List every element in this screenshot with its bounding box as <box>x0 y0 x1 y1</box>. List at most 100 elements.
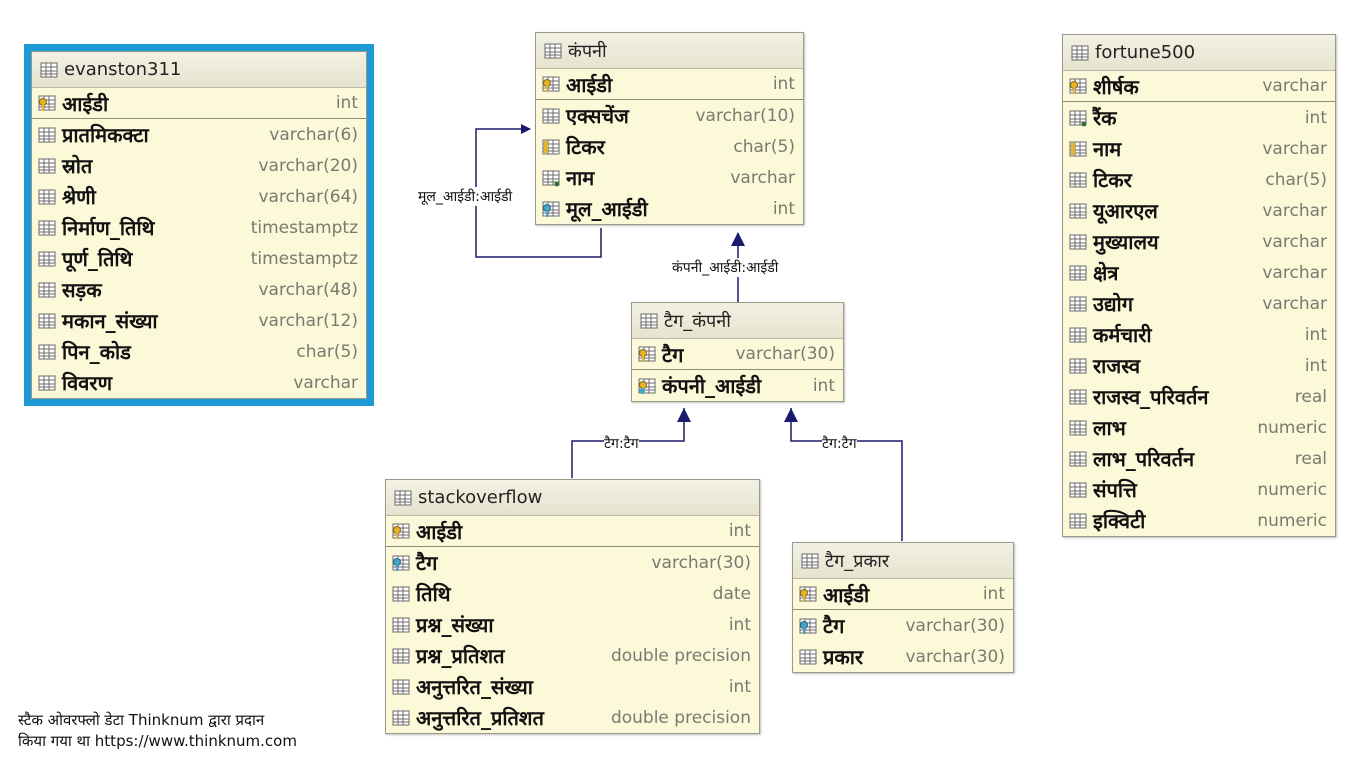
primary-key-icon <box>799 585 817 603</box>
entity-header[interactable]: fortune500 <box>1063 35 1335 71</box>
entity-header[interactable]: evanston311 <box>32 52 366 88</box>
column-row[interactable]: टैग varchar(30) <box>793 610 1013 641</box>
column-icon <box>1069 326 1087 344</box>
column-row[interactable]: मूल_आईडी int <box>536 193 803 224</box>
entity-header[interactable]: टैग_प्रकार <box>793 543 1013 579</box>
column-icon <box>1069 264 1087 282</box>
column-type: varchar <box>1262 293 1327 314</box>
column-row[interactable]: विवरण varchar <box>32 367 366 398</box>
column-type: int <box>335 93 358 113</box>
column-name: टैग <box>416 551 438 575</box>
column-row[interactable]: टिकर char(5) <box>1063 164 1335 195</box>
column-row[interactable]: रैंक int <box>1063 102 1335 133</box>
column-type: timestamptz <box>250 217 358 238</box>
column-row[interactable]: टैग varchar(30) <box>386 547 759 578</box>
entity-header[interactable]: stackoverflow <box>386 480 759 516</box>
column-row[interactable]: आईडी int <box>536 69 803 100</box>
column-name: उद्योग <box>1093 292 1133 316</box>
column-row[interactable]: इक्विटी numeric <box>1063 505 1335 536</box>
relation-label: टैग:टैग <box>604 434 639 453</box>
column-row[interactable]: उद्योग varchar <box>1063 288 1335 319</box>
primary-key-icon <box>638 345 656 363</box>
entity-fortune500[interactable]: fortune500 शीर्षक varchar रैंक int नाम varchar… <box>1062 34 1336 537</box>
column-row[interactable]: नाम varchar <box>1063 133 1335 164</box>
column-name: आईडी <box>62 91 109 116</box>
column-row[interactable]: आईडी int <box>386 516 759 547</box>
entity-tag-type[interactable]: टैग_प्रकार आईडी int टैग varchar(30) प्रकार var… <box>792 542 1014 673</box>
column-row[interactable]: राजस्व int <box>1063 350 1335 381</box>
column-type: char(5) <box>733 136 795 157</box>
column-name: लाभ <box>1093 416 1126 440</box>
column-icon <box>392 709 410 727</box>
column-type: varchar <box>1262 231 1327 252</box>
arrowhead <box>677 408 691 422</box>
column-row[interactable]: प्रश्न_प्रतिशत double precision <box>386 640 759 671</box>
column-name: मुख्यालय <box>1093 230 1159 254</box>
column-icon <box>392 585 410 603</box>
column-name: रैंक <box>1093 106 1117 130</box>
column-name: टिकर <box>1093 168 1132 192</box>
column-name: निर्माण_तिथि <box>62 216 155 240</box>
column-row[interactable]: लाभ numeric <box>1063 412 1335 443</box>
column-row[interactable]: पिन_कोड char(5) <box>32 336 366 367</box>
column-type: varchar <box>1262 262 1327 283</box>
column-row[interactable]: लाभ_परिवर्तन real <box>1063 443 1335 474</box>
column-row[interactable]: यूआरएल varchar <box>1063 195 1335 226</box>
column-row[interactable]: मकान_संख्या varchar(12) <box>32 305 366 336</box>
column-row[interactable]: एक्सचेंज varchar(10) <box>536 100 803 131</box>
column-row[interactable]: तिथि date <box>386 578 759 609</box>
column-type: varchar(12) <box>258 310 358 331</box>
column-icon <box>38 219 56 237</box>
entity-header[interactable]: टैग_कंपनी <box>632 303 843 339</box>
column-row[interactable]: आईडी int <box>32 88 366 119</box>
column-icon <box>1069 419 1087 437</box>
column-row[interactable]: प्रश्न_संख्या int <box>386 609 759 640</box>
entity-company[interactable]: कंपनी आईडी int एक्सचेंज varchar(10) टिकर char(… <box>535 32 804 225</box>
column-row[interactable]: प्रातमिकक्टा varchar(6) <box>32 119 366 150</box>
column-name: आईडी <box>566 72 613 97</box>
column-type: int <box>728 614 751 635</box>
column-type: char(5) <box>1265 169 1327 190</box>
column-row[interactable]: मुख्यालय varchar <box>1063 226 1335 257</box>
entity-title: fortune500 <box>1095 42 1196 63</box>
entity-header[interactable]: कंपनी <box>536 33 803 69</box>
column-type: varchar(48) <box>258 279 358 300</box>
column-row[interactable]: पूर्ण_तिथि timestamptz <box>32 243 366 274</box>
column-type: int <box>728 676 751 697</box>
column-row[interactable]: राजस्व_परिवर्तन real <box>1063 381 1335 412</box>
column-name: राजस्व <box>1093 354 1141 378</box>
column-icon <box>38 126 56 144</box>
arrowhead <box>731 232 745 246</box>
column-name: प्रकार <box>823 645 864 669</box>
column-type: real <box>1294 448 1327 469</box>
column-row[interactable]: आईडी int <box>793 579 1013 610</box>
column-row[interactable]: अनुत्तरित_संख्या int <box>386 671 759 702</box>
column-type: varchar(30) <box>735 344 835 364</box>
column-name: कर्मचारी <box>1093 323 1152 347</box>
column-name: राजस्व_परिवर्तन <box>1093 385 1209 409</box>
column-row[interactable]: सड़क varchar(48) <box>32 274 366 305</box>
column-row[interactable]: श्रेणी varchar(64) <box>32 181 366 212</box>
column-row[interactable]: निर्माण_तिथि timestamptz <box>32 212 366 243</box>
column-row[interactable]: शीर्षक varchar <box>1063 71 1335 102</box>
column-name: विवरण <box>62 371 113 395</box>
column-row[interactable]: अनुत्तरित_प्रतिशत double precision <box>386 702 759 733</box>
column-row[interactable]: कंपनी_आईडी int <box>632 370 843 401</box>
entity-stackoverflow[interactable]: stackoverflow आईडी int टैग varchar(30) तिथि da… <box>385 479 760 734</box>
entity-tag-company[interactable]: टैग_कंपनी टैग varchar(30) कंपनी_आईडी int <box>631 302 844 402</box>
column-row[interactable]: प्रकार varchar(30) <box>793 641 1013 672</box>
column-type: real <box>1294 386 1327 407</box>
column-row[interactable]: कर्मचारी int <box>1063 319 1335 350</box>
column-row[interactable]: क्षेत्र varchar <box>1063 257 1335 288</box>
relation-label: मूल_आईडी:आईडी <box>418 187 513 206</box>
tag-type-to-tag-company-line <box>790 408 903 541</box>
column-row[interactable]: नाम varchar <box>536 162 803 193</box>
column-row[interactable]: संपत्ति numeric <box>1063 474 1335 505</box>
column-row[interactable]: टैग varchar(30) <box>632 339 843 370</box>
column-icon <box>1069 233 1087 251</box>
entity-evanston311[interactable]: evanston311 आईडी int प्रातमिकक्टा varchar(6)… <box>24 44 374 406</box>
column-name: श्रेणी <box>62 185 96 209</box>
column-row[interactable]: स्रोत varchar(20) <box>32 150 366 181</box>
column-icon <box>1069 357 1087 375</box>
column-row[interactable]: टिकर char(5) <box>536 131 803 162</box>
